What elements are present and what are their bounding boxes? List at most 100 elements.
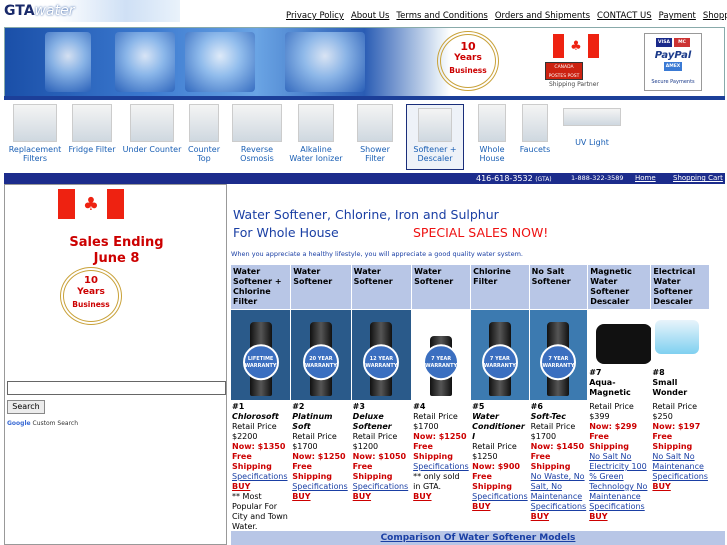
faucet-image <box>522 104 548 142</box>
category-under-counter[interactable]: Under Counter <box>122 104 182 154</box>
specifications-link[interactable]: No Waste, No Salt, No Maintenance Specif… <box>531 472 587 511</box>
category-fridge-filter[interactable]: Fridge Filter <box>66 104 118 154</box>
visa-icon: VISA <box>656 38 672 47</box>
category-shower-filter[interactable]: Shower Filter <box>350 104 400 163</box>
category-whole-house[interactable]: Whole House <box>470 104 514 163</box>
comparison-link[interactable]: Comparison Of Water Softener Models <box>381 533 576 543</box>
shipping-partner-label: Shipping Partner <box>549 81 599 88</box>
electrical-descaler-image <box>655 320 700 354</box>
award-number: 10 <box>84 275 98 286</box>
banner-divider <box>4 96 725 100</box>
specifications-link[interactable]: Specifications <box>472 492 528 501</box>
product-image[interactable]: 20 YEAR WARRANTY <box>291 310 351 400</box>
product-image[interactable]: LIFETIME WARRANTY <box>231 310 291 400</box>
category-alkaline-ionizer[interactable]: Alkaline Water Ionizer <box>288 104 344 163</box>
about-us-link[interactable]: About Us <box>351 11 389 21</box>
uv-light-image <box>563 108 621 126</box>
specifications-link[interactable]: No Salt No Electricity 100 % Green Techn… <box>589 452 647 511</box>
toll-free-number: 1-888-322-3589 <box>571 174 624 182</box>
ten-years-award-badge: 10 Years Business <box>431 31 505 91</box>
product-info: #3 Deluxe Softener Retail Price $1200 Now… <box>352 402 409 501</box>
award-business: Business <box>72 300 110 309</box>
product-header: Water Softener <box>351 265 412 309</box>
category-reverse-osmosis[interactable]: Reverse Osmosis <box>230 104 284 163</box>
orders-shipments-link[interactable]: Orders and Shipments <box>495 11 590 21</box>
amex-icon: AMEX <box>664 62 682 71</box>
site-logo[interactable]: GTAwater <box>0 0 180 22</box>
product-info: Retail Price $250 Now: $197 Free Shippin… <box>652 402 708 491</box>
sales-ending-text: Sales Ending <box>69 235 164 250</box>
product-header: Chlorine Filter <box>471 265 529 309</box>
top-navigation: Privacy Policy About Us Terms and Condit… <box>286 11 727 21</box>
product-info: Retail Price $399 Now: $299 Free Shippin… <box>589 402 648 521</box>
payment-link[interactable]: Payment <box>659 11 696 21</box>
left-sidebar: ♣ Sales Ending June 8 10 Years Business … <box>4 184 227 545</box>
warranty-badge: LIFETIME WARRANTY <box>242 344 279 381</box>
reverse-osmosis-image <box>232 104 282 142</box>
product-image[interactable]: #8 Small Wonder <box>651 310 709 400</box>
award-business: Business <box>449 66 487 75</box>
search-button[interactable]: Search <box>7 400 45 414</box>
paypal-logo: PayPal <box>654 50 692 61</box>
product-image[interactable]: #7 Aqua-Magnetic <box>588 310 653 400</box>
privacy-policy-link[interactable]: Privacy Policy <box>286 11 344 21</box>
category-uv-light[interactable]: UV Light <box>560 104 624 147</box>
contact-bar: 416-618-3532 (GTA) 1-888-322-3589 Home S… <box>4 173 725 184</box>
header-banner <box>4 27 725 97</box>
main-content: Water Softener, Chlorine, Iron and Sulph… <box>229 184 725 545</box>
water-splash-image <box>285 32 365 92</box>
buy-link[interactable]: BUY <box>531 512 549 521</box>
buy-link[interactable]: BUY <box>353 492 371 501</box>
category-menu: Replacement Filters Fridge Filter Under … <box>6 104 724 172</box>
mastercard-icon: MC <box>674 38 690 47</box>
contact-us-link[interactable]: CONTACT US <box>597 11 652 21</box>
softener-image <box>418 108 452 142</box>
product-header: No Salt Softener <box>529 265 588 309</box>
specifications-link[interactable]: Specifications <box>232 472 288 481</box>
product-info-row: #1 Chlorosoft Retail Price $2200 Now: $13… <box>231 401 709 533</box>
counter-top-image <box>189 104 219 142</box>
magnetic-descaler-image <box>596 324 653 364</box>
product-info: #5 Water Conditioner I Retail Price $1250… <box>472 402 528 511</box>
logo-text: GTAwater <box>4 3 75 19</box>
category-counter-top[interactable]: Counter Top <box>186 104 222 163</box>
warranty-badge: 7 YEAR WARRANTY <box>423 344 460 381</box>
buy-link[interactable]: BUY <box>292 492 310 501</box>
product-image-row: LIFETIME WARRANTY 20 YEAR WARRANTY 12 YE… <box>231 310 709 400</box>
buy-link[interactable]: BUY <box>413 492 431 501</box>
buy-link[interactable]: BUY <box>472 502 490 511</box>
award-years: Years <box>77 287 105 297</box>
product-image[interactable]: 7 YEAR WARRANTY <box>529 310 588 400</box>
specifications-link[interactable]: No Salt No Maintenance Specifications <box>652 452 708 481</box>
category-faucets[interactable]: Faucets <box>518 104 552 154</box>
category-replacement-filters[interactable]: Replacement Filters <box>8 104 62 163</box>
shopping-cart-link[interactable]: Shopping Cart <box>703 11 727 21</box>
water-splash-image <box>45 32 91 92</box>
product-image[interactable]: 7 YEAR WARRANTY <box>412 310 471 400</box>
water-splash-image <box>115 32 175 92</box>
home-link[interactable]: Home <box>635 173 656 184</box>
award-number: 10 <box>460 40 476 53</box>
search-input[interactable] <box>7 381 226 395</box>
specifications-link[interactable]: Specifications <box>292 482 348 491</box>
payment-methods-badge[interactable]: VISA MC PayPal AMEX Secure Payments <box>644 33 702 91</box>
product-header: Water Softener <box>291 265 351 309</box>
ionizer-image <box>298 104 334 142</box>
shower-filter-image <box>357 104 393 142</box>
terms-link[interactable]: Terms and Conditions <box>396 11 487 21</box>
buy-link[interactable]: BUY <box>589 512 607 521</box>
filter-cartridges-image <box>13 104 57 142</box>
buy-link[interactable]: BUY <box>652 482 670 491</box>
category-softener-descaler[interactable]: Softener + Descaler <box>406 104 464 170</box>
product-image[interactable]: 12 YEAR WARRANTY <box>351 310 412 400</box>
sales-ending-date: June 8 <box>93 251 140 266</box>
award-years: Years <box>454 53 482 63</box>
warranty-badge: 20 YEAR WARRANTY <box>302 344 339 381</box>
shopping-cart-link-bar[interactable]: Shopping Cart <box>673 173 723 184</box>
specifications-link[interactable]: Specifications <box>353 482 409 491</box>
product-image[interactable]: 7 YEAR WARRANTY <box>471 310 529 400</box>
secure-payments-label: Secure Payments <box>651 79 695 85</box>
specifications-link[interactable]: Specifications <box>413 462 469 471</box>
canada-flag-icon: ♣ <box>58 189 124 219</box>
buy-link[interactable]: BUY <box>232 482 250 491</box>
